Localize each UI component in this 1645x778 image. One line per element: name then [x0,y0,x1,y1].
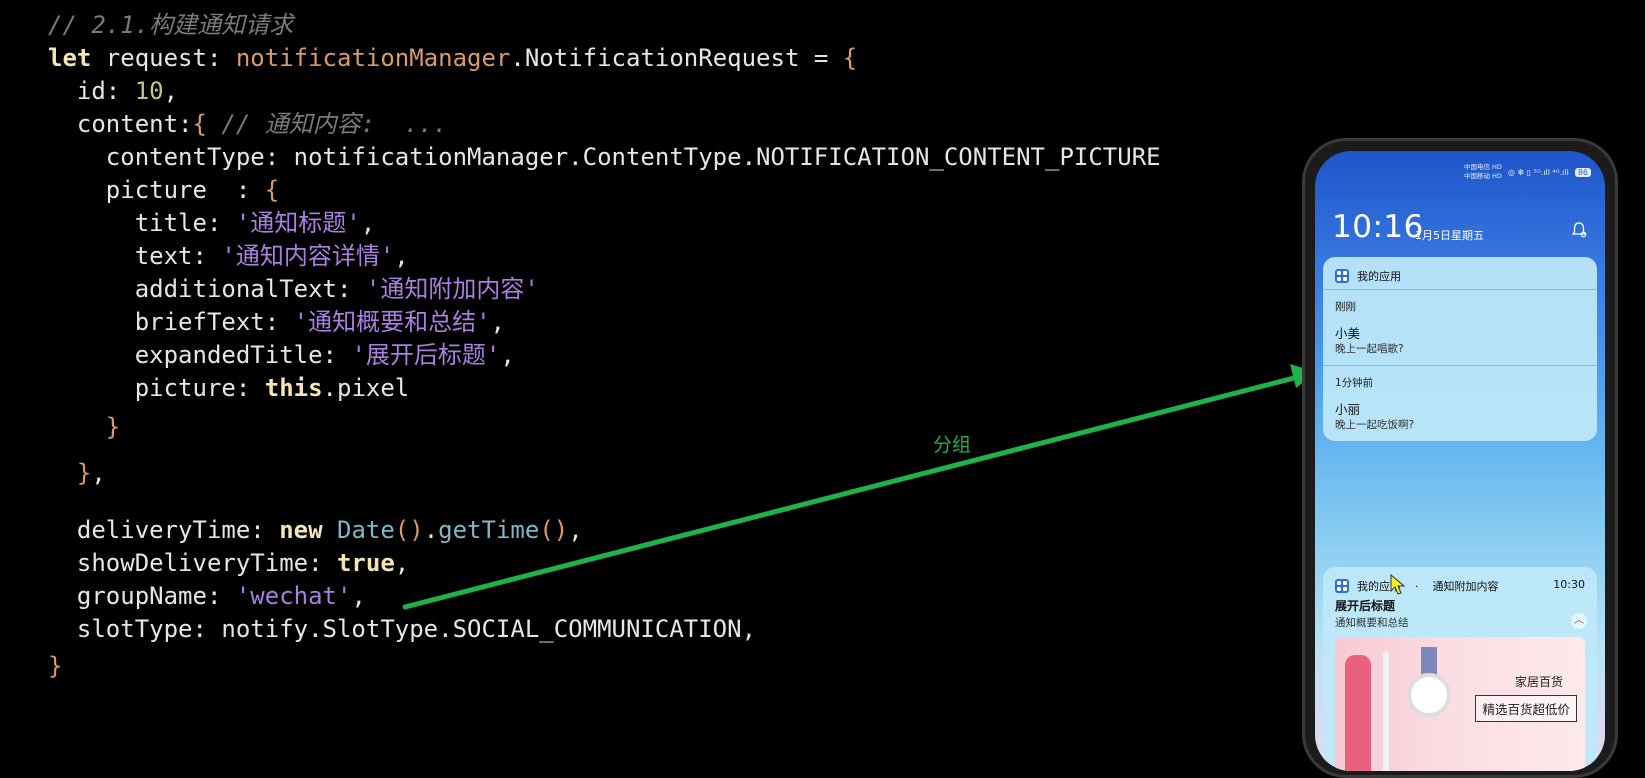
app-name: 我的应用 [1357,270,1401,283]
notification-sender: 小丽 [1335,402,1361,417]
picture-notification-card[interactable]: 我的应用 · 通知附加内容 10:30 展开后标题 通知概要和总结 ︿ 家居百货… [1323,567,1597,771]
app-grid-icon [1335,579,1349,593]
app-grid-icon [1335,269,1349,283]
notification-time: 10:30 [1553,578,1585,591]
grouped-notification-card[interactable]: 我的应用 刚刚 小美 晚上一起唱歌? 1分钟前 小丽 晚上一起吃饭啊? [1323,257,1597,441]
notification-sender: 小美 [1335,326,1361,341]
notification-message: 晚上一起吃饭啊? [1335,419,1415,431]
expanded-title: 展开后标题 [1335,599,1396,613]
collapse-chevron-icon[interactable]: ︿ [1571,613,1587,629]
picture-title: 家居百货 [1514,675,1563,689]
bottle-graphic [1345,655,1371,771]
notification-time: 1分钟前 [1335,377,1374,389]
divider [1323,289,1597,290]
status-icons: ◎ ✻ ▯ ⁵ᴳ.ıll ⁴ᴳ.ıll [1507,167,1569,177]
battery-icon: 86 [1574,167,1591,177]
phone-screen: 中国电信 HD 中国移动 HD ◎ ✻ ▯ ⁵ᴳ.ıll ⁴ᴳ.ıll 86 1… [1315,151,1605,771]
status-bar: 中国电信 HD 中国移动 HD ◎ ✻ ▯ ⁵ᴳ.ıll ⁴ᴳ.ıll 86 [1464,163,1591,181]
notification-message: 晚上一起唱歌? [1335,343,1404,355]
divider [1323,365,1597,366]
notification-settings-icon[interactable] [1570,221,1588,239]
additional-text: 通知附加内容 [1432,580,1499,593]
carrier-info: 中国电信 HD 中国移动 HD [1464,163,1502,181]
mouse-cursor-icon [1390,574,1406,595]
annotation-label: 分组 [933,434,972,456]
notification-picture: 家居百货 精选百货超低价 [1335,637,1585,771]
notification-time: 刚刚 [1335,301,1356,313]
phone-mockup: 中国电信 HD 中国移动 HD ◎ ✻ ▯ ⁵ᴳ.ıll ⁴ᴳ.ıll 86 1… [1302,138,1618,778]
toothbrush-graphic [1383,651,1389,771]
notification-app-row: 我的应用 [1335,268,1401,284]
watch-graphic [1407,673,1451,717]
brief-text: 通知概要和总结 [1335,617,1409,629]
picture-subtitle: 精选百货超低价 [1475,695,1577,722]
separator-dot: · [1415,579,1419,593]
lockscreen-date: 1月5日星期五 [1415,229,1484,242]
carrier-2: 中国移动 HD [1463,172,1502,180]
lockscreen-clock: 10:16 [1332,209,1424,245]
notification-app-row: 我的应用 · 通知附加内容 [1335,578,1499,594]
carrier-1: 中国电信 HD [1463,163,1502,171]
